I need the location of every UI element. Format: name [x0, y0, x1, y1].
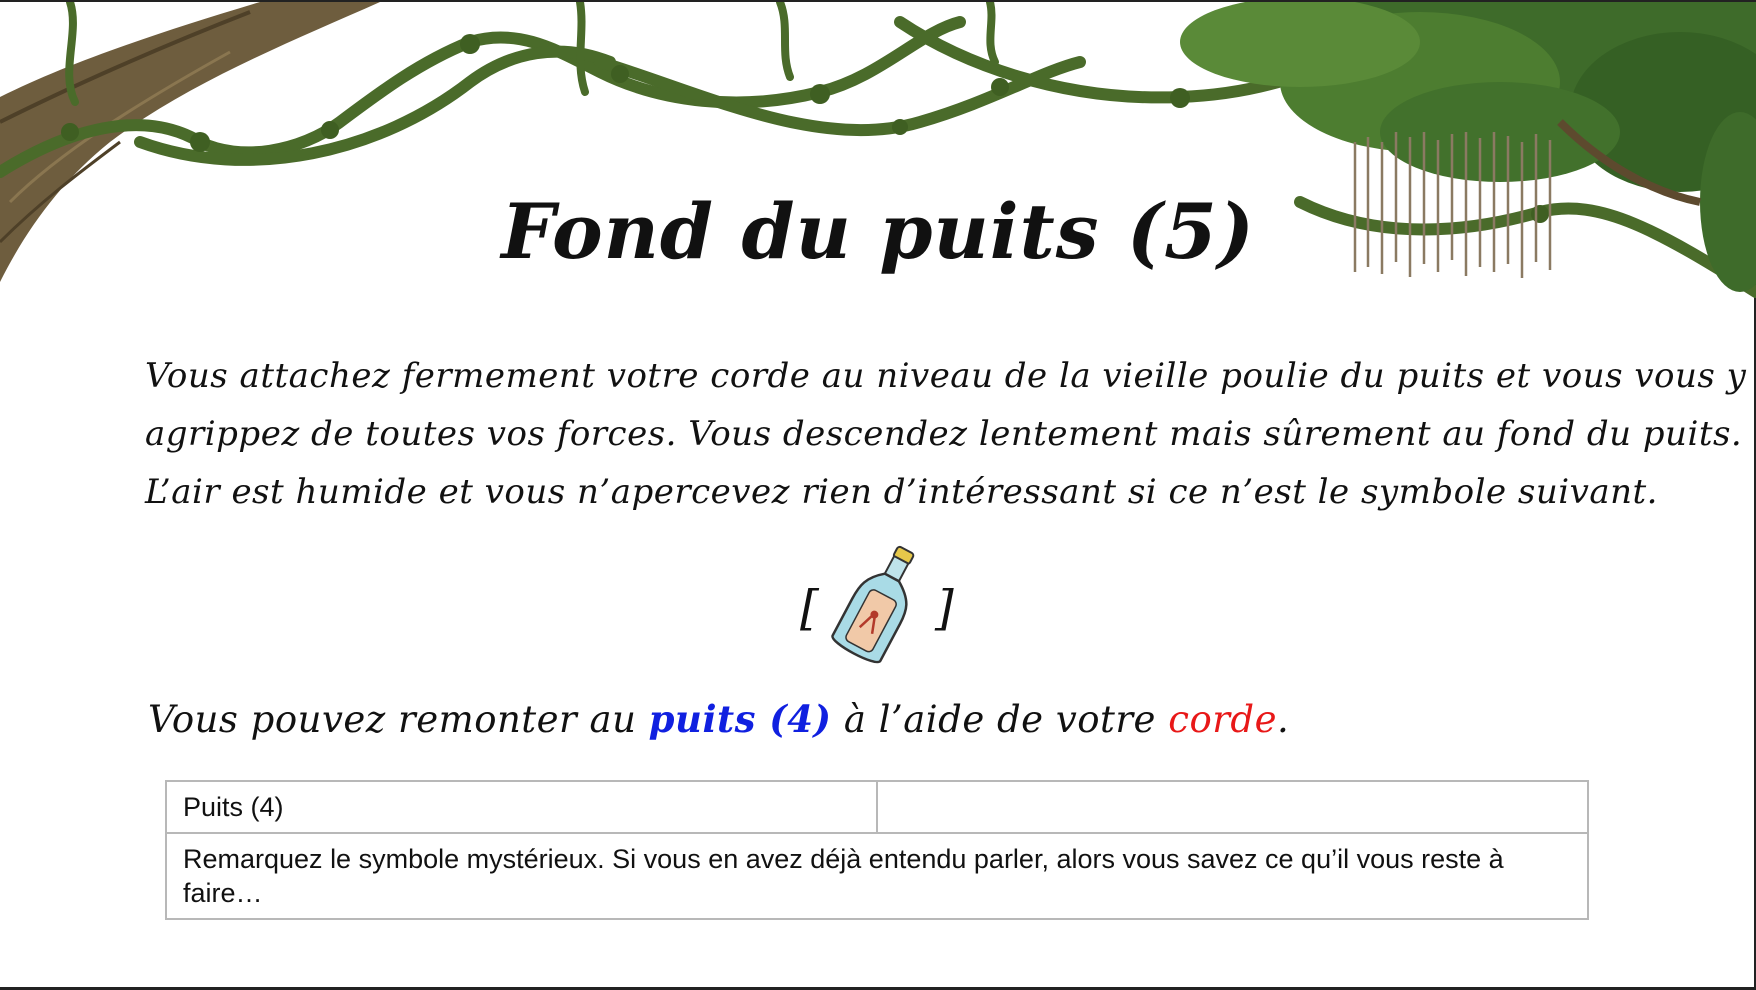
story-line: L’air est humide et vous n’apercevez rie…: [145, 472, 1658, 512]
hint-table-row: Remarquez le symbole mystérieux. Si vous…: [165, 832, 1589, 920]
close-bracket: ]: [935, 580, 954, 636]
item-corde[interactable]: corde: [1168, 698, 1277, 741]
story-paragraph: Vous attachez fermement votre corde au n…: [145, 347, 1747, 521]
navigation-sentence: Vous pouvez remonter au puits (4) à l’ai…: [148, 697, 1289, 741]
story-line: agrippez de toutes vos forces. Vous desc…: [145, 414, 1743, 454]
open-bracket: [: [800, 580, 819, 636]
page-title: Fond du puits (5): [501, 187, 1255, 276]
hint-table-location-cell: Puits (4): [165, 780, 878, 834]
nav-suffix: .: [1277, 698, 1290, 741]
hint-text-cell: Remarquez le symbole mystérieux. Si vous…: [165, 832, 1589, 920]
mystery-symbol: [ ]: [0, 542, 1756, 672]
nav-prefix: Vous pouvez remonter au: [148, 698, 649, 741]
hint-table: Puits (4) Remarquez le symbole mystérieu…: [165, 780, 1589, 920]
hint-table-empty-cell: [876, 780, 1589, 834]
link-puits-4[interactable]: puits (4): [649, 697, 832, 741]
message-in-bottle-icon: [831, 545, 915, 664]
hint-table-header-row: Puits (4): [165, 780, 1589, 834]
story-line: Vous attachez fermement votre corde au n…: [145, 356, 1747, 396]
slide: Fond du puits (5) Vous attachez fermemen…: [0, 0, 1756, 990]
nav-middle: à l’aide de votre: [831, 698, 1169, 741]
